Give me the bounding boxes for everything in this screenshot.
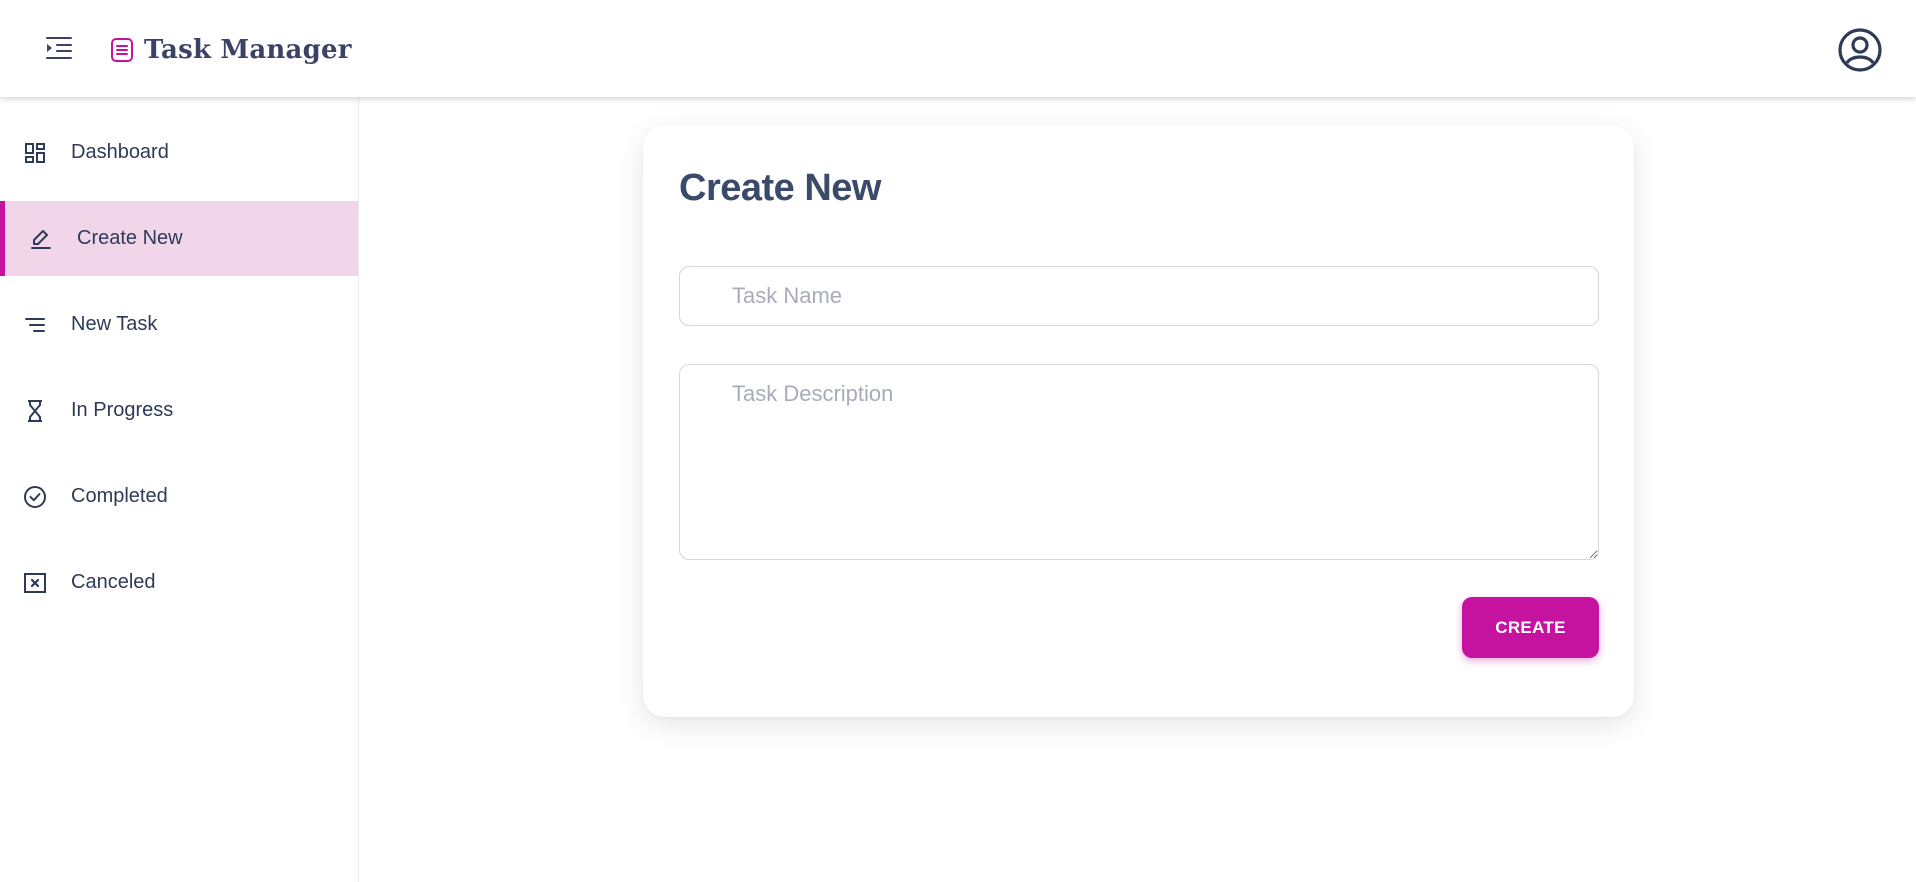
sidebar-item-in-progress[interactable]: In Progress	[0, 373, 358, 448]
menu-toggle-icon[interactable]	[44, 34, 74, 62]
sidebar: Dashboard Create New New Task In Progres…	[0, 97, 359, 882]
sidebar-item-create-new[interactable]: Create New	[0, 201, 358, 276]
task-description-textarea[interactable]	[679, 364, 1599, 560]
sidebar-item-label: Create New	[77, 227, 183, 249]
pencil-icon	[28, 226, 54, 252]
top-header: Task Manager	[0, 0, 1916, 97]
sidebar-item-canceled[interactable]: Canceled	[0, 545, 358, 620]
sidebar-item-dashboard[interactable]: Dashboard	[0, 115, 358, 190]
page-title: Create New	[679, 167, 881, 209]
sidebar-item-new-task[interactable]: New Task	[0, 287, 358, 362]
hourglass-icon	[22, 398, 48, 424]
sidebar-item-label: New Task	[71, 313, 158, 335]
sidebar-item-label: Canceled	[71, 571, 156, 593]
sidebar-item-label: In Progress	[71, 399, 174, 421]
task-name-input[interactable]	[679, 266, 1599, 326]
x-square-icon	[22, 570, 48, 596]
list-document-icon	[110, 37, 134, 63]
app-title: Task Manager	[144, 35, 352, 65]
sidebar-item-label: Completed	[71, 485, 168, 507]
lines-icon	[22, 312, 48, 338]
check-circle-icon	[22, 484, 48, 510]
dashboard-grid-icon	[22, 140, 48, 166]
sidebar-item-label: Dashboard	[71, 141, 169, 163]
create-button[interactable]: CREATE	[1462, 597, 1599, 658]
user-circle-icon[interactable]	[1836, 26, 1884, 74]
brand[interactable]: Task Manager	[110, 33, 352, 67]
sidebar-item-completed[interactable]: Completed	[0, 459, 358, 534]
create-task-card: Create New CREATE	[643, 125, 1634, 717]
